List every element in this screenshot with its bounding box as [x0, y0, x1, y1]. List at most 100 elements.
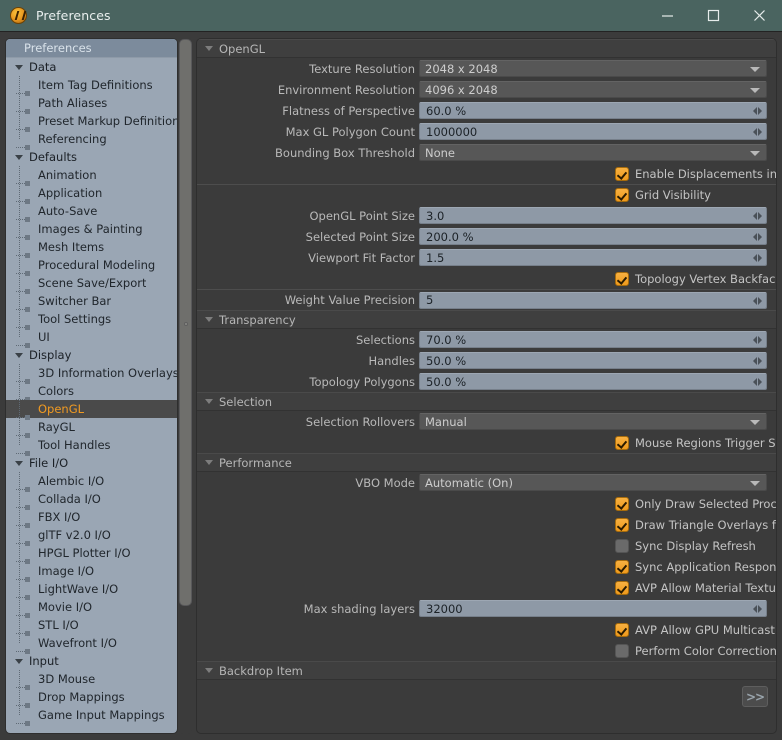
numeric-field-selections[interactable]: 70.0 %	[419, 331, 767, 348]
checkbox-avp-allow-material-texture-storage[interactable]	[615, 580, 629, 595]
section-collapse-triangle-icon[interactable]	[205, 399, 213, 404]
section-collapse-triangle-icon[interactable]	[205, 460, 213, 465]
checkbox-mouse-regions-trigger-selection[interactable]	[615, 435, 629, 450]
sidebar-item-file-i-o[interactable]: File I/O	[6, 454, 177, 472]
section-collapse-triangle-icon[interactable]	[205, 668, 213, 673]
numeric-field-max-shading-layers[interactable]: 32000	[419, 600, 767, 617]
sidebar-scrollbar-thumb[interactable]	[179, 39, 192, 606]
checkbox-grid-visibility[interactable]	[615, 188, 629, 202]
sidebar-item-input[interactable]: Input	[6, 652, 177, 670]
numeric-field-viewport-fit-factor[interactable]: 1.5	[419, 249, 767, 266]
dropdown-bounding-box-threshold[interactable]: None	[419, 144, 767, 161]
section-header-backdrop-item[interactable]: Backdrop Item	[197, 661, 776, 680]
section-header-performance[interactable]: Performance	[197, 453, 776, 472]
sidebar-item-images-painting[interactable]: Images & Painting	[6, 220, 177, 240]
tree-expand-triangle-icon[interactable]	[12, 460, 25, 466]
sidebar-item-mesh-items[interactable]: Mesh Items	[6, 238, 177, 258]
sidebar-item-game-input-mappings[interactable]: Game Input Mappings	[6, 706, 177, 726]
checkbox-only-draw-selected-procedural-outlines[interactable]	[615, 496, 629, 511]
minimize-icon[interactable]	[644, 0, 690, 32]
spinner-arrows-icon[interactable]	[751, 376, 764, 388]
sidebar-item-procedural-modeling[interactable]: Procedural Modeling	[6, 256, 177, 276]
spinner-arrows-icon[interactable]	[751, 355, 764, 367]
tree-expand-triangle-icon[interactable]	[12, 658, 25, 664]
section-collapse-triangle-icon[interactable]	[205, 46, 213, 51]
numeric-field-selected-point-size[interactable]: 200.0 %	[419, 228, 767, 245]
chevron-down-icon[interactable]	[750, 481, 760, 486]
section-header-selection[interactable]: Selection	[197, 392, 776, 411]
sidebar-item-auto-save[interactable]: Auto-Save	[6, 202, 177, 222]
chevron-down-icon[interactable]	[750, 420, 760, 425]
checkbox-topology-vertex-backface-culling[interactable]	[615, 271, 629, 286]
numeric-field-flatness-of-perspective[interactable]: 60.0 %	[419, 102, 767, 119]
tree-expand-triangle-icon[interactable]	[12, 352, 25, 358]
section-header-transparency[interactable]: Transparency	[197, 310, 776, 329]
section-collapse-triangle-icon[interactable]	[205, 317, 213, 322]
sidebar-item-switcher-bar[interactable]: Switcher Bar	[6, 292, 177, 312]
sidebar-item-tool-handles[interactable]: Tool Handles	[6, 436, 177, 456]
sidebar-item-3d-information-overlays[interactable]: 3D Information Overlays	[6, 364, 177, 384]
chevron-down-icon[interactable]	[750, 88, 760, 93]
numeric-field-max-gl-polygon-count[interactable]: 1000000	[419, 123, 767, 140]
spinner-arrows-icon[interactable]	[751, 105, 764, 117]
dropdown-selection-rollovers[interactable]: Manual	[419, 413, 767, 430]
tree-expand-triangle-icon[interactable]	[12, 154, 25, 160]
sidebar-item-movie-i-o[interactable]: Movie I/O	[6, 598, 177, 618]
dropdown-vbo-mode[interactable]: Automatic (On)	[419, 474, 767, 491]
spinner-arrows-icon[interactable]	[751, 334, 764, 346]
forward-button[interactable]: >>	[742, 686, 768, 707]
sidebar-item-collada-i-o[interactable]: Collada I/O	[6, 490, 177, 510]
maximize-icon[interactable]	[690, 0, 736, 32]
numeric-field-weight-value-precision[interactable]: 5	[419, 291, 767, 309]
sidebar-item-opengl[interactable]: OpenGL	[6, 400, 177, 420]
sidebar-item-gltf-v2-0-i-o[interactable]: glTF v2.0 I/O	[6, 526, 177, 546]
sidebar-item-stl-i-o[interactable]: STL I/O	[6, 616, 177, 636]
spinner-arrows-icon[interactable]	[751, 603, 764, 615]
dropdown-environment-resolution[interactable]: 4096 x 2048	[419, 81, 767, 98]
sidebar-item-fbx-i-o[interactable]: FBX I/O	[6, 508, 177, 528]
chevron-down-icon[interactable]	[750, 67, 760, 72]
sidebar-item-lightwave-i-o[interactable]: LightWave I/O	[6, 580, 177, 600]
sidebar-item-referencing[interactable]: Referencing	[6, 130, 177, 150]
spinner-arrows-icon[interactable]	[751, 126, 764, 138]
chevron-down-icon[interactable]	[750, 151, 760, 156]
sidebar-item-image-i-o[interactable]: Image I/O	[6, 562, 177, 582]
sidebar-item-preset-markup-definitions[interactable]: Preset Markup Definitions	[6, 112, 177, 132]
checkbox-enable-displacements-in-gl[interactable]	[615, 166, 629, 181]
checkbox-sync-application-response[interactable]	[615, 559, 629, 574]
checkbox-perform-color-correction-on-opengl-objects[interactable]	[615, 643, 629, 658]
numeric-field-topology-polygons[interactable]: 50.0 %	[419, 373, 767, 390]
spinner-arrows-icon[interactable]	[751, 210, 764, 222]
spinner-arrows-icon[interactable]	[751, 295, 764, 307]
sidebar-item-path-aliases[interactable]: Path Aliases	[6, 94, 177, 114]
sidebar-item-tool-settings[interactable]: Tool Settings	[6, 310, 177, 330]
sidebar-item-alembic-i-o[interactable]: Alembic I/O	[6, 472, 177, 492]
spinner-arrows-icon[interactable]	[751, 252, 764, 264]
numeric-field-opengl-point-size[interactable]: 3.0	[419, 207, 767, 224]
sidebar-item-hpgl-plotter-i-o[interactable]: HPGL Plotter I/O	[6, 544, 177, 564]
sidebar-item-display[interactable]: Display	[6, 346, 177, 364]
sidebar-item-drop-mappings[interactable]: Drop Mappings	[6, 688, 177, 708]
section-header-opengl[interactable]: OpenGL	[197, 39, 776, 58]
sidebar-item-3d-mouse[interactable]: 3D Mouse	[6, 670, 177, 690]
sidebar-item-scene-save-export[interactable]: Scene Save/Export	[6, 274, 177, 294]
sidebar-item-defaults[interactable]: Defaults	[6, 148, 177, 166]
numeric-field-handles[interactable]: 50.0 %	[419, 352, 767, 369]
sidebar-item-raygl[interactable]: RayGL	[6, 418, 177, 438]
checkbox-avp-allow-gpu-multicast[interactable]	[615, 622, 629, 637]
tree-expand-triangle-icon[interactable]	[12, 64, 25, 70]
spinner-arrows-icon[interactable]	[751, 231, 764, 243]
checkbox-draw-triangle-overlays-for-procedural-meshes[interactable]	[615, 517, 629, 532]
close-icon[interactable]	[736, 0, 782, 32]
sidebar-item-label: OpenGL	[38, 402, 85, 416]
checkbox-sync-display-refresh[interactable]	[615, 538, 629, 553]
preferences-tree[interactable]: Data Item Tag Definitions Path Aliases Pres…	[6, 58, 177, 726]
sidebar-item-ui[interactable]: UI	[6, 328, 177, 348]
sidebar-item-colors[interactable]: Colors	[6, 382, 177, 402]
sidebar-item-wavefront-i-o[interactable]: Wavefront I/O	[6, 634, 177, 654]
sidebar-item-item-tag-definitions[interactable]: Item Tag Definitions	[6, 76, 177, 96]
sidebar-item-data[interactable]: Data	[6, 58, 177, 76]
dropdown-texture-resolution[interactable]: 2048 x 2048	[419, 60, 767, 77]
sidebar-item-application[interactable]: Application	[6, 184, 177, 204]
sidebar-item-animation[interactable]: Animation	[6, 166, 177, 186]
